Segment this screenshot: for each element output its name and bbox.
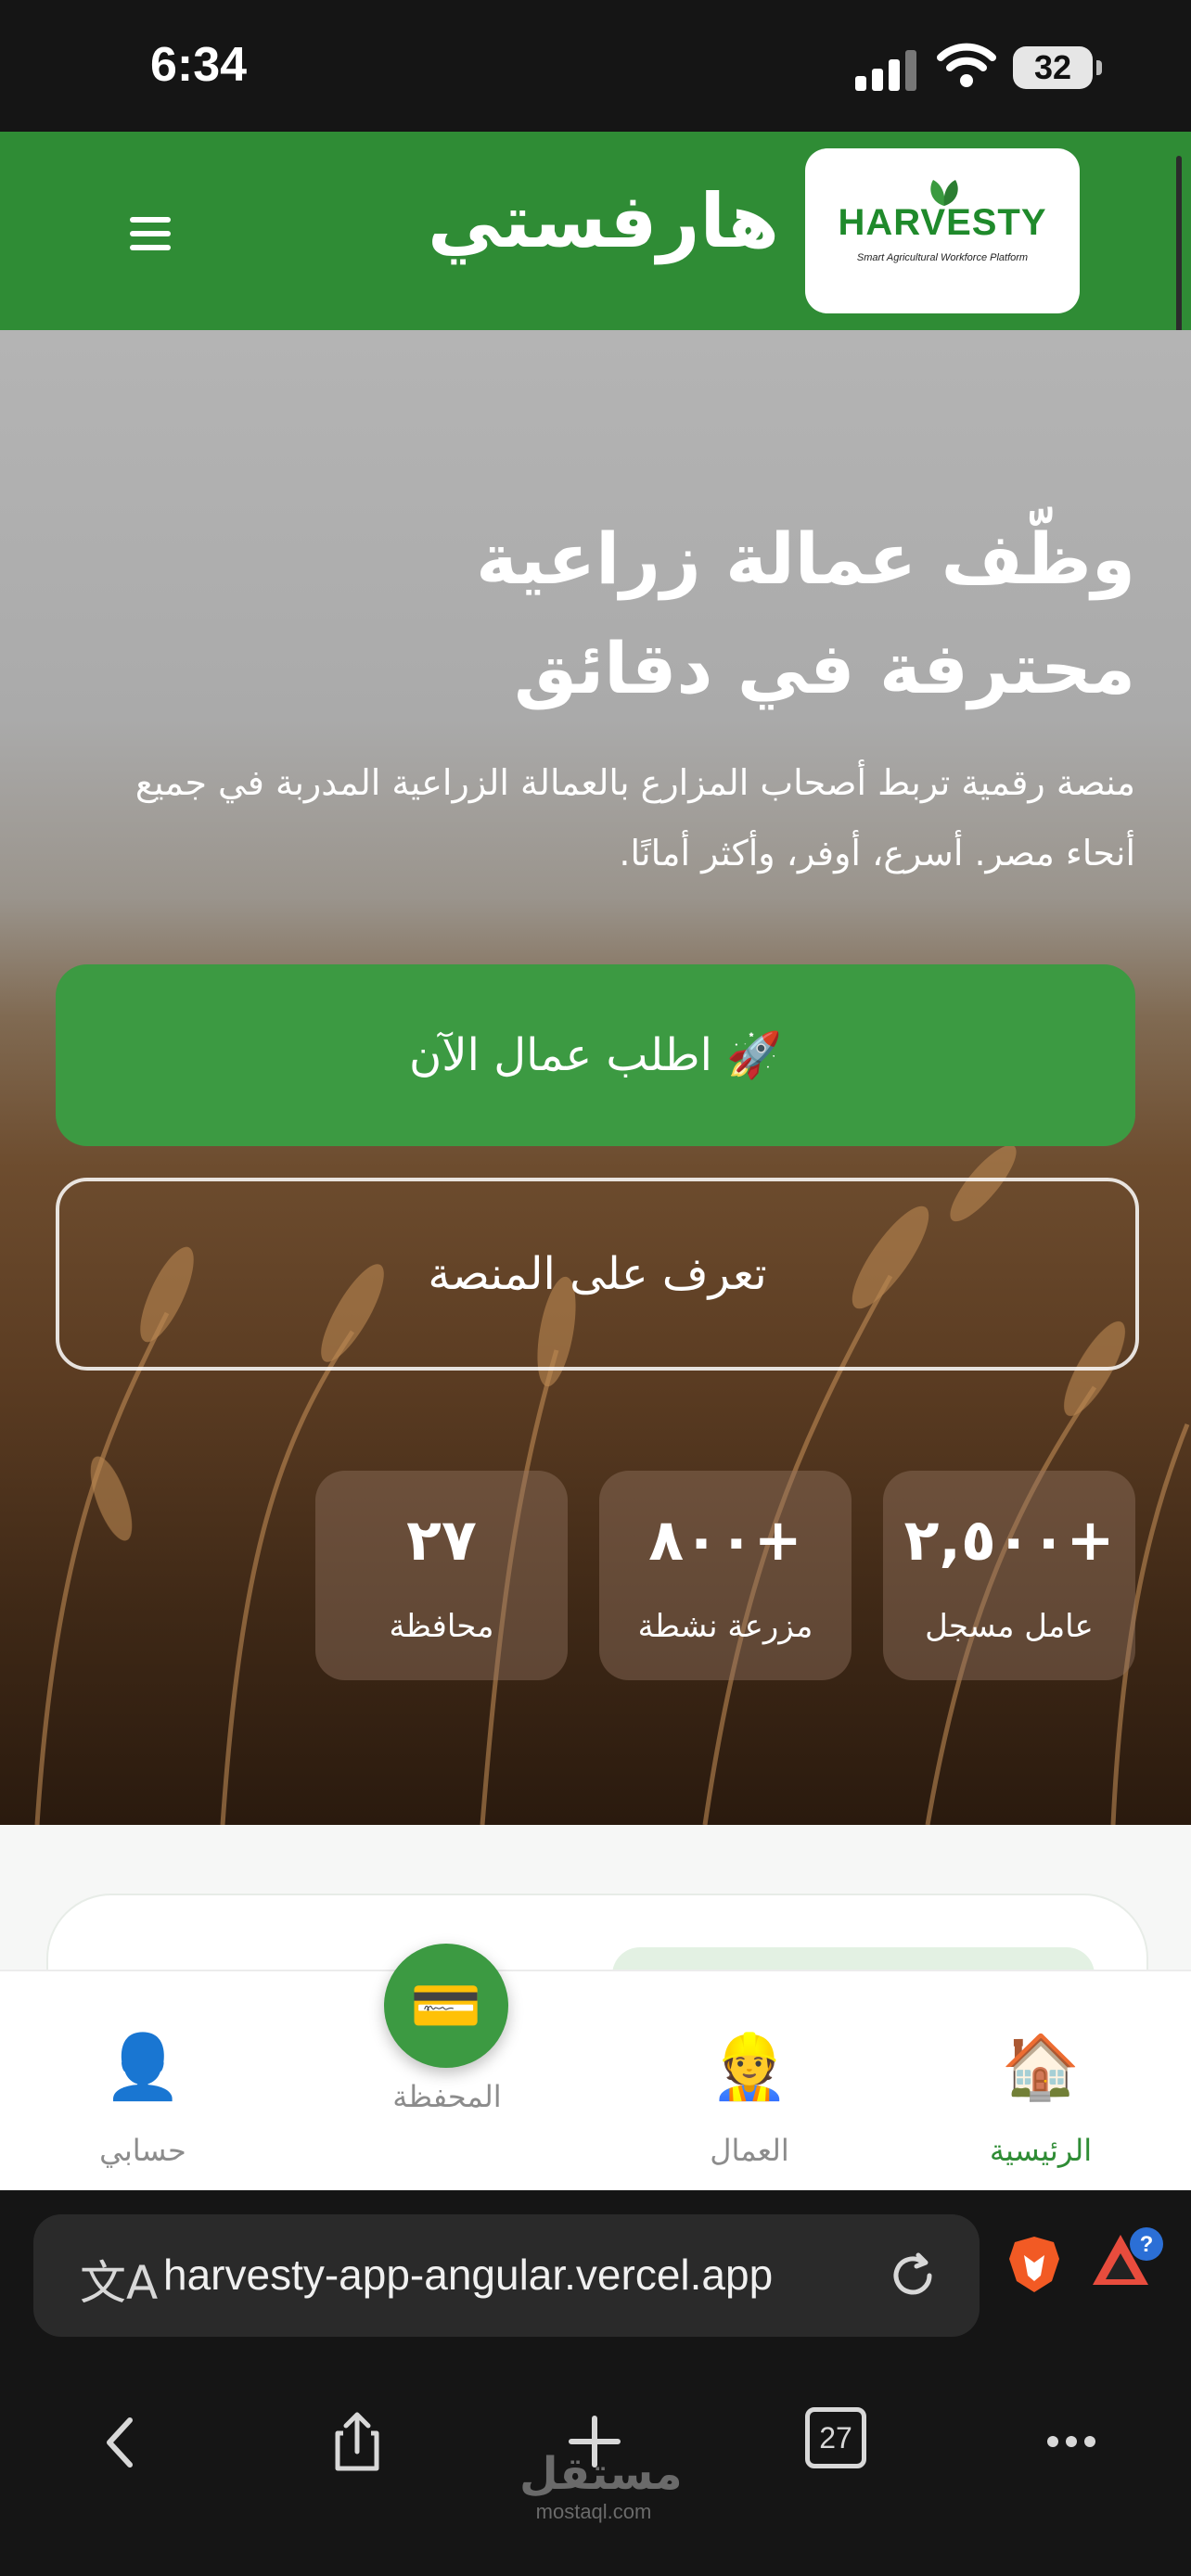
worker-icon: 👷 (710, 2031, 789, 2104)
nav-wallet-label: المحفظة (392, 2079, 502, 2114)
address-bar[interactable]: 文A harvesty-app-angular.vercel.app (33, 2214, 980, 2337)
stat-governorates: ٢٧ محافظة (315, 1471, 568, 1680)
page-scrollbar[interactable] (1176, 156, 1182, 352)
nav-home[interactable]: 🏠 الرئيسية (929, 1971, 1152, 2192)
app-screen: 6:34 32 هارفستي HARVESTY Smart Agricultu… (0, 0, 1191, 2576)
logo-text: HARVESTY (838, 202, 1047, 243)
nav-label: العمال (710, 2133, 789, 2168)
nav-wallet-button[interactable]: 💳 (384, 1944, 508, 2068)
hamburger-menu-icon[interactable] (130, 217, 171, 250)
stat-label: عامل مسجل (925, 1608, 1094, 1645)
stat-active-farms: +٨٠٠ مزرعة نشطة (599, 1471, 852, 1680)
nav-profile[interactable]: 👤 حسابي (32, 1971, 254, 2192)
rewards-badge-text: ? (1140, 2232, 1154, 2257)
brave-shields-icon[interactable] (1007, 2235, 1061, 2294)
reload-icon[interactable] (885, 2248, 941, 2303)
app-header: هارفستي HARVESTY Smart Agricultural Work… (0, 132, 1191, 330)
share-icon[interactable] (306, 2391, 408, 2493)
brand-title: هارفستي (428, 178, 779, 264)
content-section (0, 1825, 1191, 2083)
brave-rewards-icon[interactable]: ? (1091, 2227, 1165, 2292)
hero-section: وظّف عمالة زراعية محترفة في دقائق منصة ر… (0, 330, 1191, 1825)
stat-label: مزرعة نشطة (637, 1608, 813, 1645)
hero-title-line2: محترفة في دقائق (514, 627, 1135, 709)
url-text[interactable]: harvesty-app-angular.vercel.app (163, 2250, 773, 2300)
browser-chrome: 文A harvesty-app-angular.vercel.app ? 27 … (0, 2190, 1191, 2576)
hero-description: منصة رقمية تربط أصحاب المزارع بالعمالة ا… (134, 762, 1135, 874)
hero-title: وظّف عمالة زراعية محترفة في دقائق (115, 504, 1135, 723)
nav-label: الرئيسية (989, 2133, 1093, 2168)
stat-label: محافظة (389, 1608, 494, 1645)
status-bar: 6:34 32 (0, 0, 1191, 132)
bottom-navigation: 🏠 الرئيسية 👷 العمال 👤 حسابي (0, 1970, 1191, 2192)
stat-value: +٢,٥٠٠ (903, 1506, 1115, 1574)
back-icon[interactable] (69, 2391, 171, 2493)
hero-title-line1: وظّف عمالة زراعية (476, 517, 1135, 600)
harvesty-logo[interactable]: HARVESTY Smart Agricultural Workforce Pl… (805, 148, 1080, 313)
stat-registered-workers: +٢,٥٠٠ عامل مسجل (883, 1471, 1135, 1680)
home-icon: 🏠 (1001, 2031, 1081, 2104)
more-menu-icon[interactable] (1020, 2391, 1122, 2493)
signal-icon (855, 45, 920, 91)
learn-platform-button[interactable]: تعرف على المنصة (56, 1178, 1139, 1371)
translate-icon[interactable]: 文A (80, 2246, 158, 2313)
mostaql-watermark: مستقل mostaql.com (519, 2448, 683, 2524)
wifi-icon (937, 43, 996, 87)
watermark-latin: mostaql.com (535, 2500, 652, 2523)
stat-value: ٢٧ (406, 1506, 477, 1574)
nav-label: حسابي (99, 2133, 186, 2168)
watermark-arabic: مستقل (519, 2448, 683, 2500)
stat-value: +٨٠٠ (648, 1506, 802, 1574)
tabs-count-button[interactable]: 27 (805, 2407, 866, 2468)
status-time: 6:34 (150, 38, 248, 92)
wallet-icon: 💳 (410, 1971, 482, 2039)
logo-tagline: Smart Agricultural Workforce Platform (856, 252, 1029, 263)
nav-workers[interactable]: 👷 العمال (638, 1971, 861, 2192)
request-workers-button[interactable]: 🚀 اطلب عمال الآن (56, 964, 1135, 1146)
battery-indicator: 32 (1013, 46, 1102, 89)
profile-icon: 👤 (103, 2031, 183, 2104)
